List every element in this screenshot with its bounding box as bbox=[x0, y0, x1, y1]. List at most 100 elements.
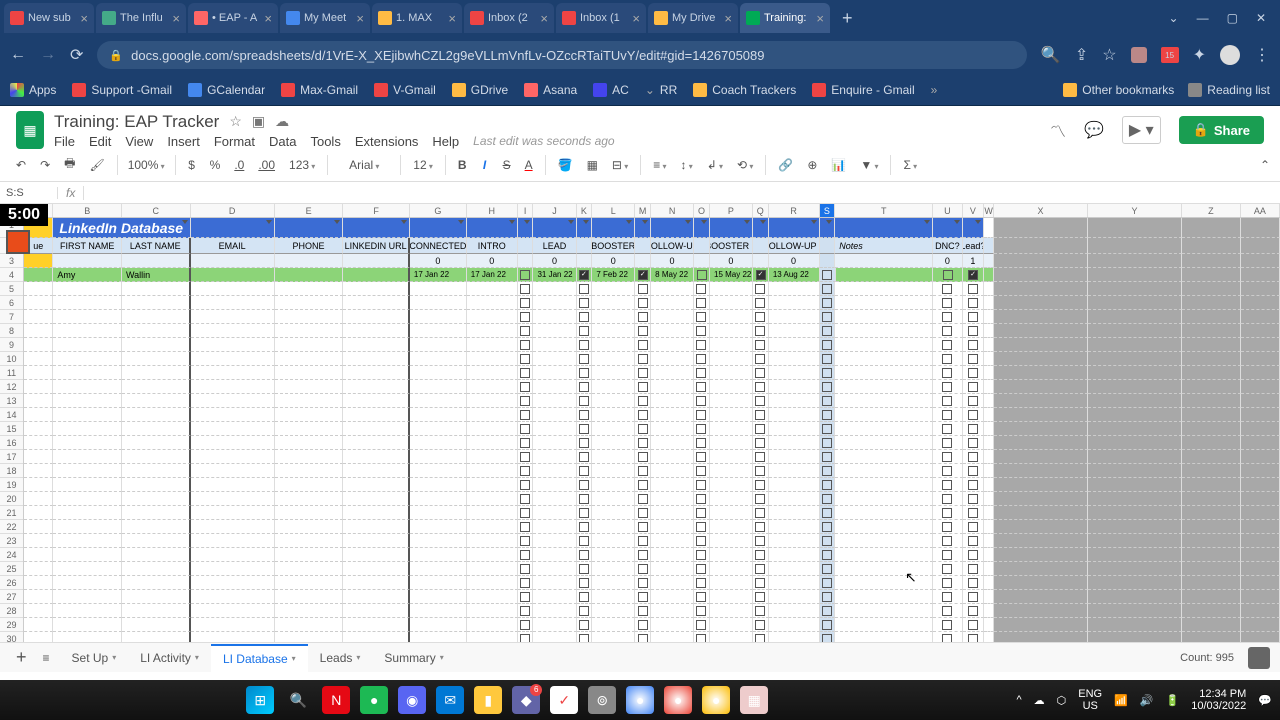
cell[interactable] bbox=[769, 422, 820, 436]
strikethrough-button[interactable]: S bbox=[497, 154, 517, 176]
cell[interactable] bbox=[753, 618, 769, 632]
sheet-tab[interactable]: Summary ▾ bbox=[372, 644, 455, 672]
cell[interactable] bbox=[769, 338, 820, 352]
cell[interactable] bbox=[518, 464, 534, 478]
cell[interactable] bbox=[984, 492, 994, 506]
cell[interactable] bbox=[769, 604, 820, 618]
cell[interactable] bbox=[467, 296, 518, 310]
checkbox[interactable] bbox=[968, 284, 978, 294]
cell[interactable] bbox=[577, 576, 593, 590]
checkbox[interactable] bbox=[696, 536, 706, 546]
checkbox[interactable] bbox=[942, 508, 952, 518]
cell[interactable] bbox=[122, 576, 191, 590]
column-header[interactable]: N bbox=[651, 204, 694, 217]
cell[interactable] bbox=[835, 478, 933, 492]
checkbox[interactable] bbox=[520, 326, 530, 336]
cell[interactable] bbox=[710, 422, 753, 436]
cell[interactable] bbox=[533, 282, 576, 296]
sheet-tab-menu-icon[interactable]: ▾ bbox=[112, 653, 116, 662]
close-tab-icon[interactable]: × bbox=[816, 11, 824, 26]
cell[interactable] bbox=[518, 310, 534, 324]
cell[interactable] bbox=[1182, 238, 1241, 254]
cell[interactable] bbox=[577, 394, 593, 408]
checkbox[interactable] bbox=[638, 480, 648, 490]
cell[interactable] bbox=[518, 436, 534, 450]
cell[interactable] bbox=[963, 576, 985, 590]
cell[interactable] bbox=[592, 282, 635, 296]
cell[interactable] bbox=[275, 590, 344, 604]
cell[interactable] bbox=[710, 436, 753, 450]
cell[interactable] bbox=[710, 352, 753, 366]
cell[interactable]: LAST NAME bbox=[122, 238, 191, 254]
cell[interactable] bbox=[1182, 590, 1241, 604]
cell[interactable] bbox=[820, 380, 836, 394]
cell[interactable] bbox=[24, 324, 53, 338]
cell[interactable] bbox=[577, 520, 593, 534]
cell[interactable] bbox=[410, 604, 467, 618]
cell[interactable] bbox=[467, 380, 518, 394]
cell[interactable] bbox=[592, 296, 635, 310]
cell[interactable] bbox=[933, 562, 962, 576]
column-header[interactable]: M bbox=[635, 204, 651, 217]
cell[interactable] bbox=[994, 268, 1088, 282]
cell[interactable] bbox=[933, 576, 962, 590]
cell[interactable] bbox=[769, 218, 820, 238]
cell[interactable] bbox=[467, 436, 518, 450]
cell[interactable] bbox=[343, 380, 410, 394]
cell[interactable] bbox=[835, 604, 933, 618]
cell[interactable] bbox=[963, 422, 985, 436]
cell[interactable] bbox=[467, 604, 518, 618]
cell[interactable] bbox=[343, 366, 410, 380]
cell[interactable] bbox=[1182, 282, 1241, 296]
taskbar-app-icon[interactable]: ◆6 bbox=[512, 686, 540, 714]
italic-button[interactable]: I bbox=[475, 154, 495, 176]
cell[interactable] bbox=[1241, 422, 1280, 436]
cell[interactable] bbox=[635, 562, 651, 576]
cell[interactable] bbox=[577, 492, 593, 506]
taskbar-app-icon[interactable]: ✉ bbox=[436, 686, 464, 714]
cell[interactable] bbox=[592, 352, 635, 366]
v-align-button[interactable]: ↕ bbox=[674, 154, 698, 176]
cell[interactable] bbox=[577, 296, 593, 310]
column-header[interactable]: Y bbox=[1088, 204, 1182, 217]
cell[interactable] bbox=[651, 394, 694, 408]
cell[interactable] bbox=[694, 534, 710, 548]
cell[interactable] bbox=[191, 590, 275, 604]
cell[interactable] bbox=[410, 338, 467, 352]
cell[interactable] bbox=[753, 324, 769, 338]
checkbox[interactable] bbox=[755, 396, 765, 406]
checkbox[interactable] bbox=[968, 620, 978, 630]
taskbar-app-icon[interactable]: ▦ bbox=[740, 686, 768, 714]
checkbox[interactable] bbox=[520, 564, 530, 574]
cell[interactable] bbox=[577, 238, 593, 254]
cell[interactable] bbox=[651, 380, 694, 394]
cell[interactable] bbox=[963, 534, 985, 548]
cell[interactable] bbox=[343, 520, 410, 534]
cell[interactable] bbox=[275, 324, 344, 338]
cell[interactable] bbox=[984, 506, 994, 520]
cell[interactable] bbox=[710, 282, 753, 296]
cell[interactable] bbox=[53, 338, 122, 352]
cell[interactable] bbox=[533, 394, 576, 408]
cell[interactable] bbox=[769, 562, 820, 576]
checkbox[interactable] bbox=[579, 396, 589, 406]
checkbox[interactable] bbox=[696, 354, 706, 364]
cell[interactable] bbox=[694, 590, 710, 604]
cell[interactable] bbox=[53, 324, 122, 338]
cell[interactable]: 0 bbox=[710, 254, 753, 268]
cell[interactable] bbox=[1241, 338, 1280, 352]
cell[interactable] bbox=[410, 618, 467, 632]
cell[interactable] bbox=[24, 366, 53, 380]
cell[interactable] bbox=[518, 576, 534, 590]
cell[interactable] bbox=[191, 324, 275, 338]
cell[interactable] bbox=[769, 352, 820, 366]
cell[interactable] bbox=[343, 492, 410, 506]
cell[interactable] bbox=[275, 422, 344, 436]
cell[interactable] bbox=[753, 450, 769, 464]
cell[interactable] bbox=[651, 282, 694, 296]
comments-icon[interactable]: 💬 bbox=[1084, 120, 1104, 140]
cell[interactable]: 0 bbox=[651, 254, 694, 268]
cell[interactable] bbox=[984, 268, 994, 282]
cell[interactable] bbox=[518, 296, 534, 310]
bookmark-star-icon[interactable]: ☆ bbox=[1102, 45, 1116, 65]
